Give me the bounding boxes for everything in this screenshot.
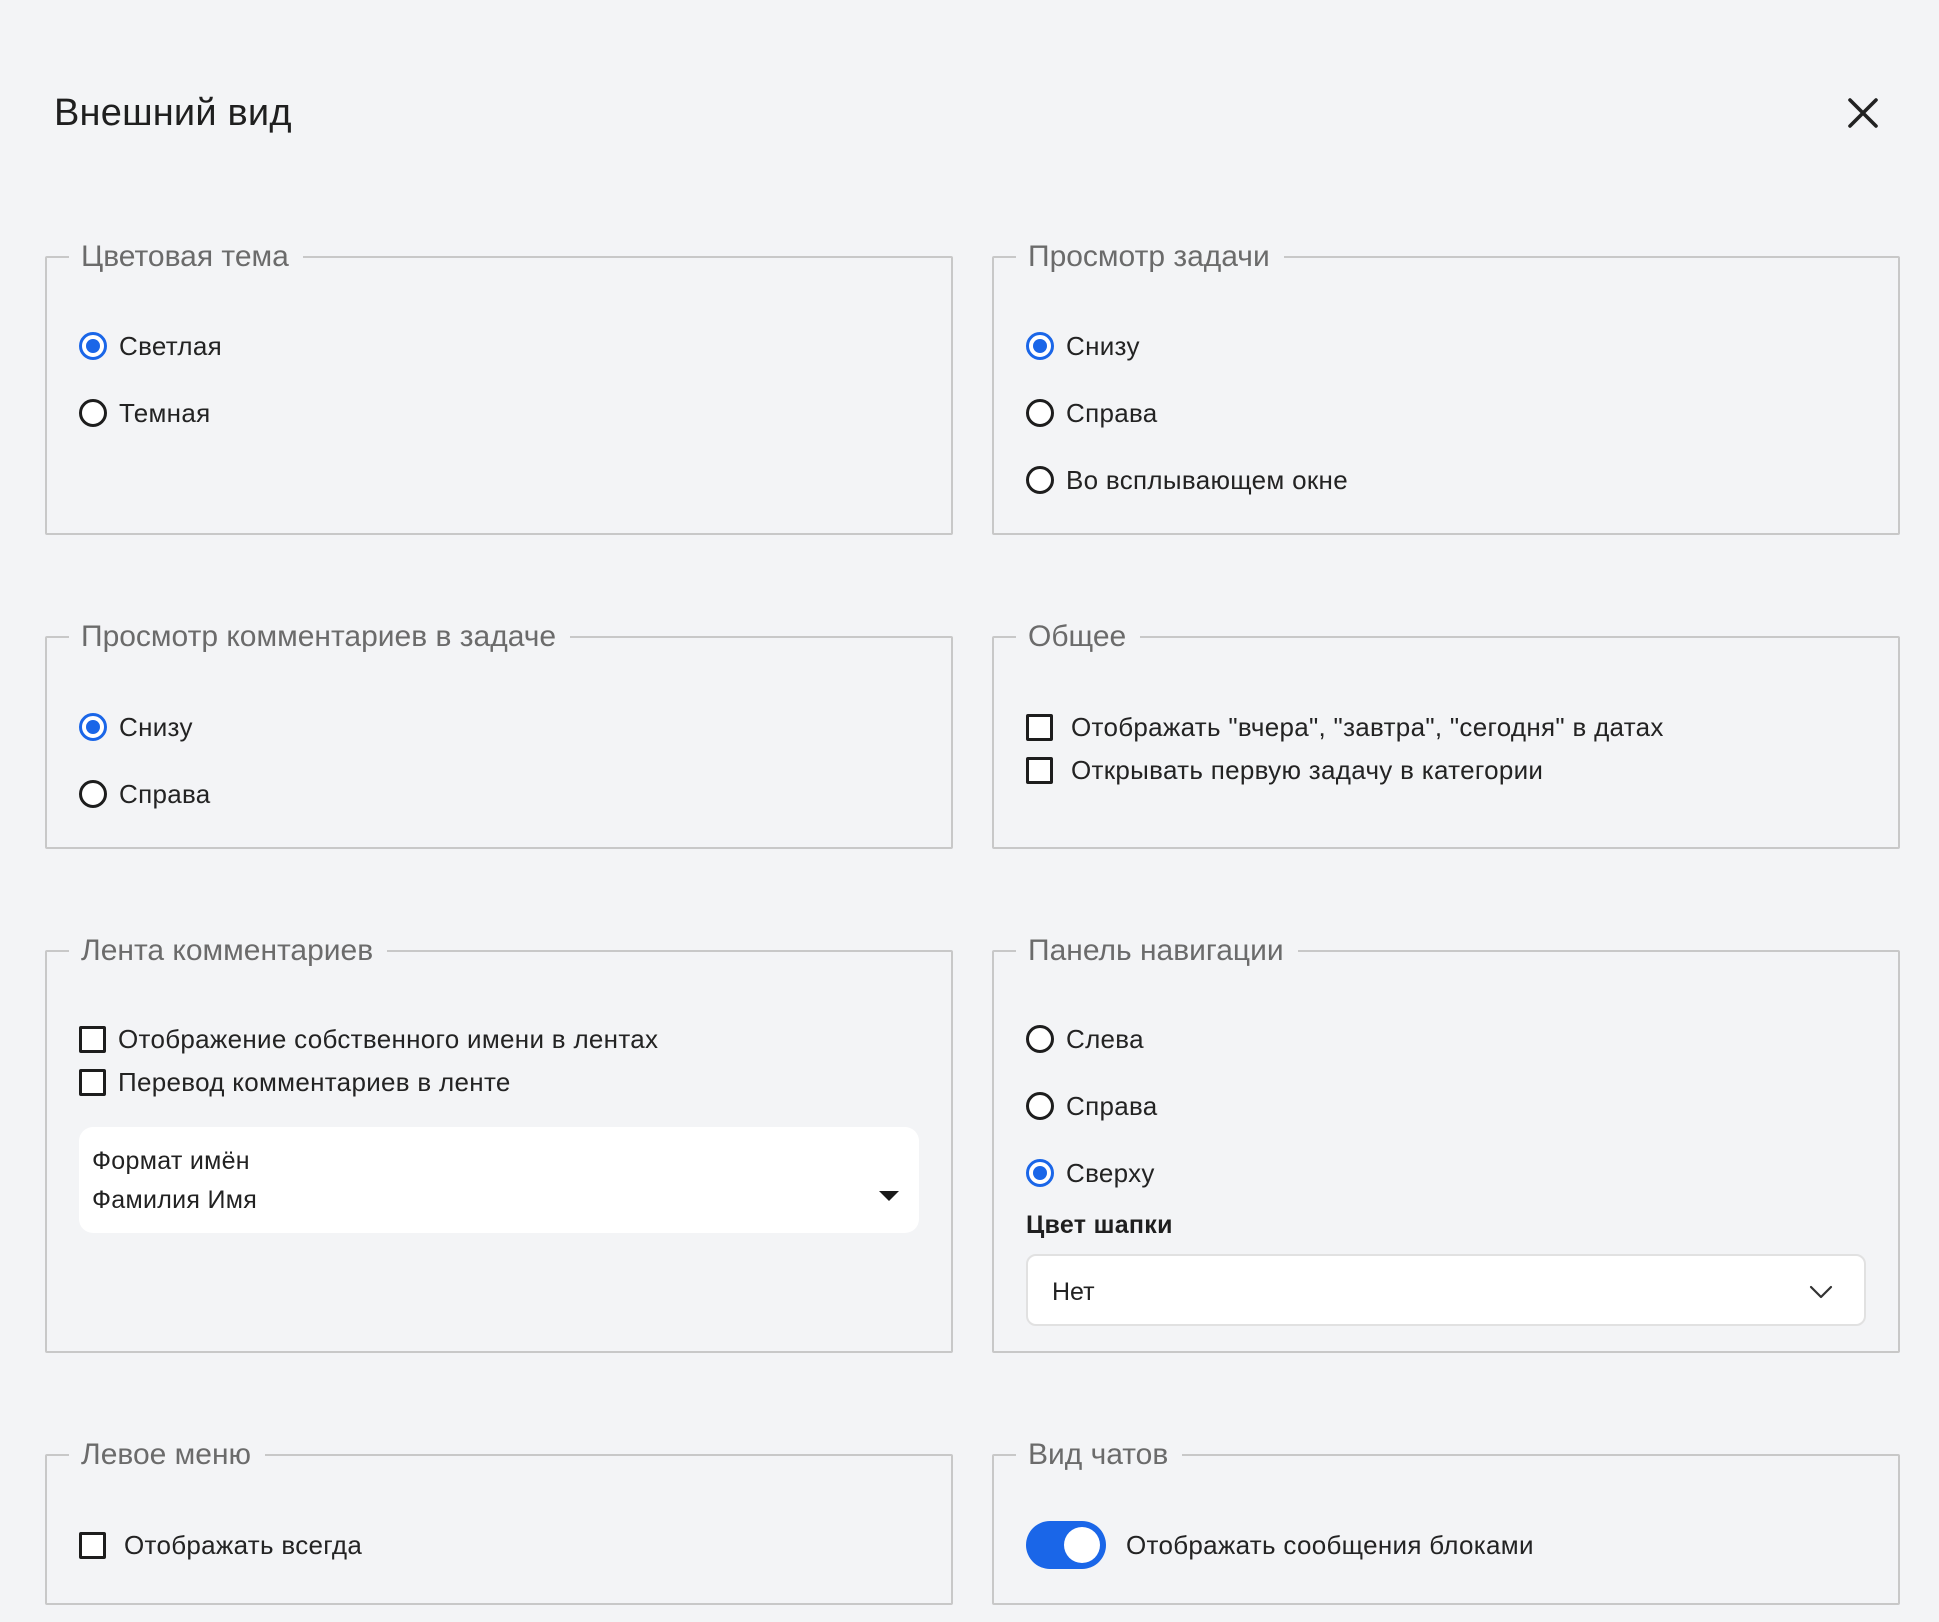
task-view-option-popup[interactable]: Во всплывающем окне [1026,460,1866,500]
option-label: Сверху [1066,1157,1155,1188]
radio[interactable] [1026,1092,1054,1120]
radio[interactable] [1026,466,1054,494]
option-label: Снизу [1066,330,1140,361]
group-title: Левое меню [81,1438,252,1471]
group-title: Общее [1028,620,1127,653]
checkbox-label: Открывать первую задачу в категории [1071,754,1544,785]
close-button[interactable] [1840,90,1886,136]
caret-down-icon [879,1191,899,1201]
chevron-down-icon [1809,1285,1833,1299]
option-label: Светлая [119,330,223,361]
name-format-select[interactable]: Формат имён Фамилия Имя [79,1127,919,1233]
option-label: Справа [1066,1090,1158,1121]
theme-option-light[interactable]: Светлая [79,326,919,366]
radio[interactable] [79,780,107,808]
header-color-label: Цвет шапки [1026,1211,1173,1239]
group-title: Цветовая тема [81,240,289,273]
color-theme-group: Цветовая тема Светлая Темная [45,240,953,535]
nav-option-left[interactable]: Слева [1026,1019,1866,1059]
radio-selected[interactable] [79,713,107,741]
checkbox[interactable] [79,1025,106,1053]
checkbox-always-show[interactable]: Отображать всегда [79,1525,919,1565]
toggle-knob [1064,1527,1100,1563]
checkbox-translate-comments[interactable]: Перевод комментариев в ленте [79,1062,919,1102]
option-label: Снизу [119,711,193,742]
checkbox-label: Отображать всегда [124,1529,363,1560]
comments-view-option-bottom[interactable]: Снизу [79,707,919,747]
radio[interactable] [79,399,107,427]
radio[interactable] [1026,1025,1054,1053]
toggle-label: Отображать сообщения блоками [1126,1529,1534,1560]
group-title: Вид чатов [1028,1438,1169,1471]
group-title: Панель навигации [1028,934,1284,967]
comment-feed-group: Лента комментариев Отображение собственн… [45,934,953,1353]
nav-panel-group: Панель навигации Слева Справа Сверху Цве… [992,934,1900,1353]
group-title: Просмотр комментариев в задаче [81,620,557,653]
close-icon [1848,98,1878,128]
select-label: Формат имён [92,1147,250,1175]
page-title: Внешний вид [54,92,292,134]
checkbox-own-name[interactable]: Отображение собственного имени в лентах [79,1019,919,1059]
task-view-option-right[interactable]: Справа [1026,393,1866,433]
header-color-select[interactable]: Нет [1026,1254,1866,1326]
nav-option-right[interactable]: Справа [1026,1086,1866,1126]
checkbox-open-first-task[interactable]: Открывать первую задачу в категории [1026,750,1866,790]
checkbox-label: Отображать "вчера", "завтра", "сегодня" … [1071,711,1664,742]
checkbox-label: Перевод комментариев в ленте [118,1066,511,1097]
radio[interactable] [1026,399,1054,427]
radio-selected[interactable] [1026,332,1054,360]
left-menu-group: Левое меню Отображать всегда [45,1438,953,1605]
general-group: Общее Отображать "вчера", "завтра", "сег… [992,620,1900,849]
checkbox-label: Отображение собственного имени в лентах [118,1023,659,1054]
option-label: Слева [1066,1023,1144,1054]
option-label: Справа [119,778,211,809]
block-messages-toggle-row[interactable]: Отображать сообщения блоками [1026,1521,1866,1569]
option-label: Справа [1066,397,1158,428]
group-title: Лента комментариев [81,934,374,967]
select-value: Нет [1052,1278,1095,1306]
comments-view-group: Просмотр комментариев в задаче Снизу Спр… [45,620,953,849]
checkbox-relative-dates[interactable]: Отображать "вчера", "завтра", "сегодня" … [1026,707,1866,747]
radio-selected[interactable] [79,332,107,360]
select-value: Фамилия Имя [92,1186,258,1214]
option-label: Темная [119,397,211,428]
theme-option-dark[interactable]: Темная [79,393,919,433]
nav-option-top[interactable]: Сверху [1026,1153,1866,1193]
block-messages-toggle[interactable] [1026,1521,1106,1569]
checkbox[interactable] [1026,756,1053,784]
chat-view-group: Вид чатов Отображать сообщения блоками [992,1438,1900,1605]
checkbox[interactable] [79,1068,106,1096]
task-view-group: Просмотр задачи Снизу Справа Во всплываю… [992,240,1900,535]
radio-selected[interactable] [1026,1159,1054,1187]
task-view-option-bottom[interactable]: Снизу [1026,326,1866,366]
comments-view-option-right[interactable]: Справа [79,774,919,814]
checkbox[interactable] [79,1531,106,1559]
option-label: Во всплывающем окне [1066,464,1348,495]
checkbox[interactable] [1026,713,1053,741]
group-title: Просмотр задачи [1028,240,1270,273]
